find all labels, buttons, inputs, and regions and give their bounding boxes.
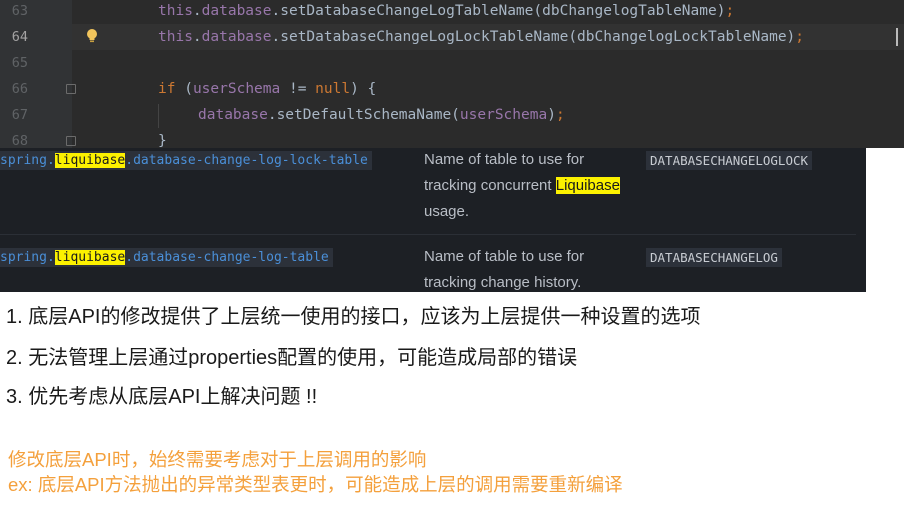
code-token: database bbox=[201, 29, 272, 45]
code-token: ; bbox=[795, 29, 805, 45]
code-token: } bbox=[158, 133, 167, 148]
property-name: spring.liquibase.database-change-log-tab… bbox=[0, 248, 333, 267]
code-text: this.database.setDatabaseChangeLogTableN… bbox=[158, 0, 734, 24]
code-token: ; bbox=[555, 107, 565, 123]
property-description: Name of table to use for tracking change… bbox=[424, 244, 639, 292]
code-token: . bbox=[271, 3, 281, 19]
code-token: null bbox=[315, 81, 351, 97]
code-line[interactable]: 65 bbox=[0, 50, 904, 76]
code-text: this.database.setDatabaseChangeLogLockTa… bbox=[158, 24, 804, 50]
search-highlight: liquibase bbox=[54, 250, 126, 265]
property-suffix: .database-change-log-table bbox=[125, 250, 329, 265]
line-number: 63 bbox=[11, 3, 28, 19]
code-token: ) { bbox=[350, 81, 377, 97]
line-number: 68 bbox=[11, 133, 28, 148]
description-line: Name of table to use for bbox=[424, 151, 585, 168]
property-description: Name of table to use for tracking concur… bbox=[424, 148, 639, 225]
code-line[interactable]: 68} bbox=[0, 128, 904, 148]
property-suffix: .database-change-log-lock-table bbox=[125, 153, 368, 168]
default-value: DATABASECHANGELOG bbox=[646, 248, 782, 267]
warning-note-2: ex: 底层API方法抛出的异常类型表更时，可能造成上层的调用需要重新编译 bbox=[8, 474, 623, 495]
code-token: database bbox=[198, 107, 268, 123]
note-item-1: 1. 底层API的修改提供了上层统一使用的接口，应该为上层提供一种设置的选项 bbox=[6, 306, 701, 328]
code-token: ( bbox=[175, 81, 193, 97]
line-number: 66 bbox=[11, 81, 28, 97]
code-token: userSchema bbox=[192, 81, 281, 97]
code-token: this bbox=[158, 3, 193, 19]
code-token: userSchema bbox=[459, 107, 548, 123]
fold-end-icon[interactable] bbox=[66, 136, 76, 146]
code-editor[interactable]: 63 this.database.setDatabaseChangeLogTabl… bbox=[0, 0, 904, 148]
description-line: Name of table to use for bbox=[424, 248, 585, 265]
property-docs-table: spring.liquibase.database-change-log-loc… bbox=[0, 148, 866, 292]
line-number: 67 bbox=[11, 107, 28, 123]
code-text: } bbox=[158, 128, 167, 148]
code-line[interactable]: 64 this.database.setDatabaseChangeLogLock… bbox=[0, 24, 904, 50]
row-divider bbox=[0, 234, 856, 235]
code-token: ; bbox=[725, 3, 735, 19]
code-token: database bbox=[201, 3, 272, 19]
code-line[interactable]: 67 database.setDefaultSchemaName(userSche… bbox=[0, 102, 904, 128]
description-line: tracking change history. bbox=[424, 274, 582, 291]
lightbulb-icon[interactable] bbox=[85, 28, 99, 44]
code-line[interactable]: 63 this.database.setDatabaseChangeLogTabl… bbox=[0, 0, 904, 24]
fold-collapse-icon[interactable] bbox=[66, 84, 76, 94]
search-highlight: liquibase bbox=[54, 153, 126, 168]
code-token: != bbox=[280, 81, 316, 97]
note-item-3: 3. 优先考虑从底层API上解决问题 !! bbox=[6, 386, 318, 408]
code-token: setDatabaseChangeLogLockTableName(dbChan… bbox=[280, 29, 796, 45]
line-number: 65 bbox=[11, 55, 28, 71]
code-token: . bbox=[267, 107, 277, 123]
code-token: . bbox=[192, 3, 202, 19]
code-token: setDatabaseChangeLogTableName(dbChangelo… bbox=[280, 3, 726, 19]
code-token: ) bbox=[547, 107, 556, 123]
code-text: if (userSchema != null) { bbox=[158, 76, 376, 102]
code-text: database.setDefaultSchemaName(userSchema… bbox=[198, 102, 565, 128]
property-prefix: spring. bbox=[0, 153, 55, 168]
code-token: this bbox=[158, 29, 193, 45]
property-name: spring.liquibase.database-change-log-loc… bbox=[0, 151, 372, 170]
code-token: . bbox=[192, 29, 202, 45]
note-item-2: 2. 无法管理上层通过properties配置的使用，可能造成局部的错误 bbox=[6, 347, 578, 369]
description-line: usage. bbox=[424, 203, 470, 220]
property-prefix: spring. bbox=[0, 250, 55, 265]
text-caret bbox=[896, 28, 898, 46]
default-value: DATABASECHANGELOGLOCK bbox=[646, 151, 813, 170]
code-line[interactable]: 66 if (userSchema != null) { bbox=[0, 76, 904, 102]
search-highlight: Liquibase bbox=[555, 177, 620, 194]
code-token: . bbox=[271, 29, 281, 45]
warning-note-1: 修改底层API时，始终需要考虑对于上层调用的影响 bbox=[8, 449, 427, 470]
code-token: setDefaultSchemaName( bbox=[276, 107, 460, 123]
description-text: tracking concurrent bbox=[424, 177, 556, 194]
code-token: if bbox=[158, 81, 176, 97]
description-line: tracking concurrent Liquibase bbox=[424, 173, 639, 199]
line-number: 64 bbox=[11, 29, 28, 45]
